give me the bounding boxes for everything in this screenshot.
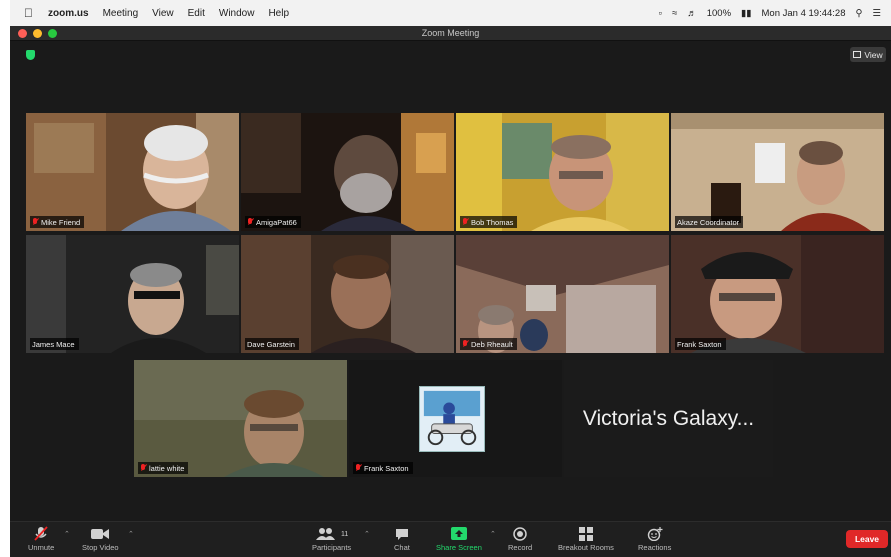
video-feed <box>456 113 669 231</box>
video-tile-amigapat66[interactable]: AmigaPat66 <box>241 113 454 231</box>
search-icon[interactable]: ⚲ <box>856 8 863 19</box>
video-tile-james-mace[interactable]: James Mace <box>26 235 239 353</box>
video-options-chevron-icon[interactable]: ⌃ <box>128 530 134 538</box>
leave-meeting-button[interactable]: Leave <box>846 530 888 548</box>
share-options-chevron-icon[interactable]: ⌃ <box>490 530 496 538</box>
participant-name-tag: Mike Friend <box>30 216 85 228</box>
volume-icon[interactable]: ♬ <box>687 8 697 19</box>
video-tile-deb-rheault[interactable]: Deb Rheault <box>456 235 669 353</box>
menu-view[interactable]: View <box>152 8 174 19</box>
video-tile-mike-friend[interactable]: Mike Friend <box>26 113 239 231</box>
participant-name: Frank Saxton <box>364 463 409 473</box>
mic-muted-icon <box>140 464 146 472</box>
video-tile-akaze-coordinator[interactable]: Akaze Coordinator <box>671 113 884 231</box>
video-feed <box>26 235 239 353</box>
menu-app-name[interactable]: zoom.us <box>48 8 89 19</box>
participant-name: Deb Rheault <box>471 339 513 349</box>
mic-muted-icon <box>355 464 361 472</box>
unmute-button[interactable]: Unmute <box>28 525 54 552</box>
participant-name: Dave Garstein <box>247 339 295 349</box>
meeting-toolbar: Unmute ⌃ Stop Video ⌃ 11 Participants ⌃ <box>10 521 891 557</box>
screen:  zoom.us Meeting View Edit Window Help … <box>0 0 891 557</box>
grid-icon <box>853 51 862 58</box>
video-feed <box>671 113 884 231</box>
participant-name-tag: Akaze Coordinator <box>675 216 744 228</box>
battery-icon[interactable]: ▮▮ <box>741 8 751 19</box>
motorcycle-rider-icon <box>420 387 484 451</box>
participant-name-tag: Deb Rheault <box>460 338 517 350</box>
battery-percent: 100% <box>706 7 732 19</box>
breakout-rooms-icon <box>578 525 593 543</box>
share-screen-icon <box>450 525 467 543</box>
participant-name-tag: James Mace <box>30 338 79 350</box>
audio-options-chevron-icon[interactable]: ⌃ <box>64 530 70 538</box>
menu-help[interactable]: Help <box>268 8 289 19</box>
chat-bubble-icon <box>395 525 409 543</box>
participant-name-tag: AmigaPat66 <box>245 216 301 228</box>
menu-edit[interactable]: Edit <box>188 8 205 19</box>
stop-video-button[interactable]: Stop Video <box>82 525 119 552</box>
share-screen-button[interactable]: Share Screen <box>436 525 482 552</box>
video-feed <box>241 113 454 231</box>
mic-muted-icon <box>247 218 253 226</box>
reactions-button[interactable]: Reactions <box>638 525 671 552</box>
mic-muted-icon <box>32 218 38 226</box>
breakout-rooms-button[interactable]: Breakout Rooms <box>558 525 614 552</box>
participants-icon: 11 <box>315 525 348 543</box>
window-title: Zoom Meeting <box>421 28 480 38</box>
view-button[interactable]: View <box>850 47 886 62</box>
video-tile-bob-thomas[interactable]: Bob Thomas <box>456 113 669 231</box>
wifi-icon[interactable]: ≈ <box>672 8 677 19</box>
zoom-window: Zoom Meeting View Mike Friend AmigaPat66… <box>10 26 891 557</box>
menu-meeting[interactable]: Meeting <box>103 8 139 19</box>
participants-options-chevron-icon[interactable]: ⌃ <box>364 530 370 538</box>
participant-name-tag: lattie white <box>138 462 189 474</box>
clock[interactable]: Mon Jan 4 19:44:28 <box>762 8 846 19</box>
video-feed <box>26 113 239 231</box>
video-feed <box>671 235 884 353</box>
participant-name-tag: Frank Saxton <box>675 338 726 350</box>
participant-name: Akaze Coordinator <box>677 217 740 227</box>
video-tile-frank-saxton-profile[interactable]: Frank Saxton <box>349 360 562 477</box>
video-feed <box>456 235 669 353</box>
video-tile-victorias-galaxy[interactable]: Victoria's Galaxy... <box>564 360 773 477</box>
participant-name: Bob Thomas <box>471 217 514 227</box>
participants-count: 11 <box>340 530 349 538</box>
view-button-label: View <box>864 49 883 60</box>
participant-name-tag: Frank Saxton <box>353 462 413 474</box>
participants-button[interactable]: 11 Participants <box>312 525 351 552</box>
participant-name-tag: Dave Garstein <box>245 338 299 350</box>
profile-picture <box>419 386 485 452</box>
mic-muted-icon <box>462 218 468 226</box>
smiley-plus-icon <box>647 525 663 543</box>
participant-name-tag: Bob Thomas <box>460 216 518 228</box>
window-titlebar: Zoom Meeting <box>10 26 891 41</box>
screen-mirror-icon[interactable]: ▫ <box>659 8 662 19</box>
control-center-icon[interactable]: ☰ <box>872 8 881 19</box>
participant-name: James Mace <box>32 339 75 349</box>
record-icon <box>513 525 527 543</box>
video-tile-lattie-white[interactable]: lattie white <box>134 360 347 477</box>
video-camera-icon <box>91 525 110 543</box>
participant-name-placeholder: Victoria's Galaxy... <box>582 406 755 430</box>
mic-muted-icon <box>34 525 48 543</box>
participant-name: Frank Saxton <box>677 339 722 349</box>
menubar-status: ▫ ≈ ♬ 100% ▮▮ Mon Jan 4 19:44:28 ⚲ ☰ <box>659 8 891 19</box>
video-feed <box>241 235 454 353</box>
participant-name: lattie white <box>149 463 185 473</box>
video-tile-frank-saxton[interactable]: Frank Saxton <box>671 235 884 353</box>
mic-muted-icon <box>462 340 468 348</box>
apple-icon[interactable]:  <box>24 6 38 20</box>
record-button[interactable]: Record <box>508 525 532 552</box>
participant-name: Mike Friend <box>41 217 81 227</box>
mac-menubar:  zoom.us Meeting View Edit Window Help … <box>10 0 891 26</box>
encryption-shield-icon[interactable] <box>26 50 35 60</box>
video-feed <box>134 360 347 477</box>
video-tile-dave-garstein[interactable]: Dave Garstein <box>241 235 454 353</box>
menu-window[interactable]: Window <box>219 8 255 19</box>
chat-button[interactable]: Chat <box>394 525 410 552</box>
participant-name: AmigaPat66 <box>256 217 297 227</box>
